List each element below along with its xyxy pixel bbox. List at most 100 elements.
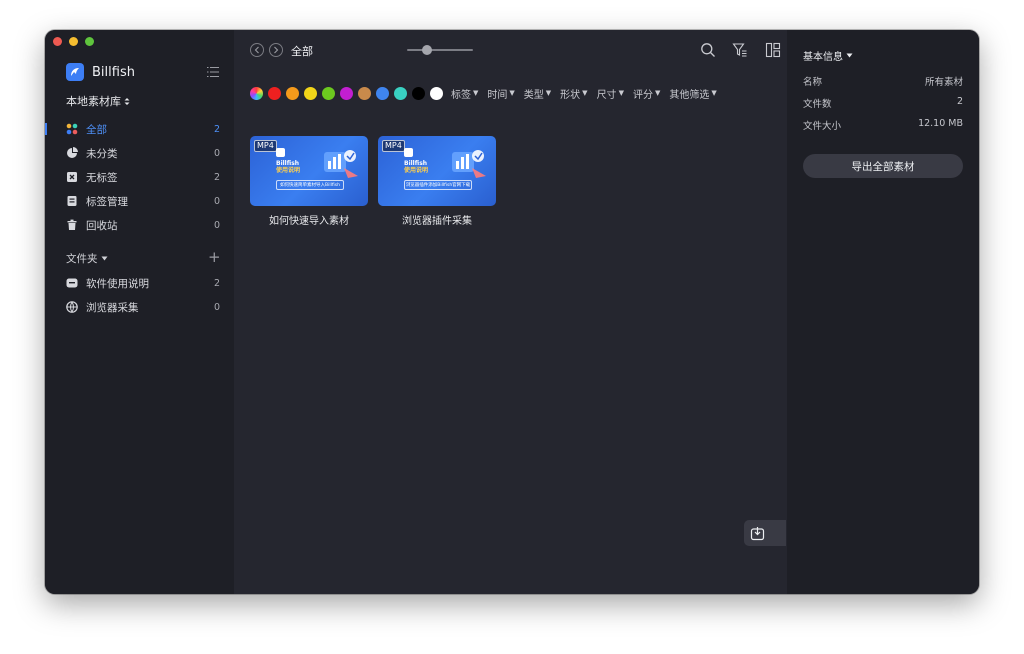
- info-key: 名称: [803, 77, 823, 88]
- close-window-button[interactable]: [53, 37, 62, 46]
- sidebar-item-label: 全部: [86, 123, 107, 136]
- all-colors-swatch[interactable]: [250, 86, 263, 100]
- color-swatch[interactable]: [412, 86, 425, 100]
- library-name: 本地素材库: [66, 95, 121, 108]
- caret-down-icon: ▼: [509, 89, 515, 97]
- list-menu-icon[interactable]: [206, 64, 220, 78]
- breadcrumb: 全部: [291, 45, 313, 58]
- thumbnail-title: Billfish 使用说明: [276, 160, 300, 174]
- sidebar-item-untagged[interactable]: 无标签 2: [45, 166, 234, 188]
- thumbnail-caption: 如何快速简单素材导入Billfish: [276, 180, 344, 190]
- sidebar-item-uncategorized[interactable]: 未分类 0: [45, 142, 234, 164]
- pie-icon: [67, 147, 78, 158]
- folders-header-label: 文件夹: [66, 253, 98, 265]
- caret-down-icon: [101, 256, 107, 261]
- color-swatch[interactable]: [430, 86, 443, 100]
- export-all-button[interactable]: 导出全部素材: [803, 154, 963, 178]
- info-row-file-count: 文件数 2: [803, 96, 963, 110]
- color-swatch[interactable]: [268, 86, 281, 100]
- app-window: Billfish 本地素材库 全部 2 未分类 0 无标签 2 标签管理 0 回…: [45, 30, 979, 594]
- main-panel: 全部 标签 ▼ 时间 ▼ 类型 ▼ 形状 ▼ 尺寸 ▼ 评分 ▼ 其他筛选 ▼ …: [234, 30, 815, 594]
- filter-label: 类型: [523, 89, 544, 101]
- library-switcher[interactable]: 本地素材库: [66, 93, 130, 109]
- filter-icon[interactable]: [732, 42, 748, 58]
- sidebar: Billfish 本地素材库 全部 2 未分类 0 无标签 2 标签管理 0 回…: [45, 30, 234, 594]
- sidebar-item-label: 未分类: [86, 147, 118, 160]
- inspector-title: 基本信息: [803, 52, 843, 63]
- zoom-window-button[interactable]: [85, 37, 94, 46]
- folder-icon: [66, 278, 78, 288]
- brand: Billfish: [66, 63, 135, 81]
- color-swatch[interactable]: [304, 86, 317, 100]
- sidebar-item-count: 0: [213, 147, 220, 159]
- billfish-logo-icon: [404, 148, 413, 157]
- caret-down-icon: ▼: [654, 89, 661, 97]
- filter-label: 尺寸: [596, 89, 617, 101]
- folder-item-browser-collect[interactable]: 浏览器采集 0: [45, 296, 234, 318]
- filter-rating[interactable]: 评分 ▼: [633, 86, 660, 101]
- folder-item-software-guide[interactable]: 软件使用说明 2: [45, 272, 234, 294]
- filter-label: 形状: [560, 89, 581, 101]
- slider-knob[interactable]: [422, 45, 432, 55]
- untagged-icon: [67, 172, 77, 182]
- sidebar-item-label: 回收站: [86, 219, 118, 232]
- layout-icon[interactable]: [765, 42, 781, 58]
- folder-item-label: 浏览器采集: [86, 301, 139, 314]
- asset-card[interactable]: MP4 Billfish 使用说明 浏览器插件添加Billfish官网下载 浏览…: [378, 136, 496, 227]
- chevron-right-icon: [274, 46, 279, 54]
- quick-import-button[interactable]: [744, 520, 786, 546]
- filter-bar: 标签 ▼ 时间 ▼ 类型 ▼ 形状 ▼ 尺寸 ▼ 评分 ▼ 其他筛选 ▼: [250, 86, 726, 101]
- forward-button[interactable]: [269, 43, 283, 57]
- color-swatch[interactable]: [376, 86, 389, 100]
- tag-manage-icon: [67, 196, 77, 206]
- sidebar-item-count: 0: [213, 195, 220, 207]
- filter-size[interactable]: 尺寸 ▼: [597, 86, 624, 101]
- filter-tags[interactable]: 标签 ▼: [451, 86, 478, 101]
- folders-header[interactable]: 文件夹: [66, 251, 108, 266]
- thumbnail-title-line: 使用说明: [404, 167, 429, 174]
- minimize-window-button[interactable]: [69, 37, 78, 46]
- globe-icon: [66, 301, 78, 313]
- color-swatch[interactable]: [340, 86, 353, 100]
- import-icon: [750, 526, 765, 540]
- folder-item-count: 0: [213, 301, 220, 313]
- active-indicator: [45, 123, 47, 135]
- caret-down-icon: [846, 53, 853, 58]
- chevron-left-icon: [254, 46, 259, 54]
- search-icon[interactable]: [700, 42, 716, 58]
- color-swatch[interactable]: [358, 86, 371, 100]
- thumbnail-title-line: Billfish: [404, 160, 428, 167]
- updown-chevron-icon: [124, 97, 130, 105]
- filter-other[interactable]: 其他筛选 ▼: [669, 86, 716, 101]
- sidebar-item-count: 2: [213, 123, 220, 135]
- billfish-logo-icon: [66, 63, 84, 81]
- sidebar-item-label: 标签管理: [86, 195, 128, 208]
- asset-thumbnail[interactable]: MP4 Billfish 使用说明 浏览器插件添加Billfish官网下载: [378, 136, 496, 206]
- filter-time[interactable]: 时间 ▼: [487, 86, 514, 101]
- asset-name: 如何快速导入素材: [269, 216, 349, 227]
- color-swatch[interactable]: [322, 86, 335, 100]
- color-swatch[interactable]: [394, 86, 407, 100]
- info-value: 12.10 MB: [918, 118, 963, 129]
- thumbnail-size-slider[interactable]: [407, 45, 473, 55]
- asset-card[interactable]: MP4 Billfish 使用说明 如何快速简单素材导入Billfish 如何快…: [250, 136, 368, 227]
- filter-shape[interactable]: 形状 ▼: [560, 86, 587, 101]
- back-button[interactable]: [250, 43, 264, 57]
- thumbnail-title: Billfish 使用说明: [404, 160, 428, 174]
- add-folder-icon[interactable]: +: [208, 250, 221, 265]
- sidebar-item-tag-manage[interactable]: 标签管理 0: [45, 190, 234, 212]
- chart-illustration-icon: [324, 150, 358, 178]
- sidebar-item-trash[interactable]: 回收站 0: [45, 214, 234, 236]
- color-swatch[interactable]: [286, 86, 299, 100]
- format-badge: MP4: [254, 140, 277, 152]
- caret-down-icon: ▼: [473, 89, 479, 97]
- info-row-file-size: 文件大小 12.10 MB: [803, 118, 963, 132]
- filter-type[interactable]: 类型 ▼: [524, 86, 551, 101]
- caret-down-icon: ▼: [711, 89, 717, 97]
- thumbnail-title-line: Billfish: [276, 160, 300, 167]
- inspector-header[interactable]: 基本信息: [803, 48, 853, 63]
- filter-label: 评分: [632, 89, 653, 101]
- window-controls: [53, 37, 94, 46]
- sidebar-item-all[interactable]: 全部 2: [45, 118, 234, 140]
- asset-thumbnail[interactable]: MP4 Billfish 使用说明 如何快速简单素材导入Billfish: [250, 136, 368, 206]
